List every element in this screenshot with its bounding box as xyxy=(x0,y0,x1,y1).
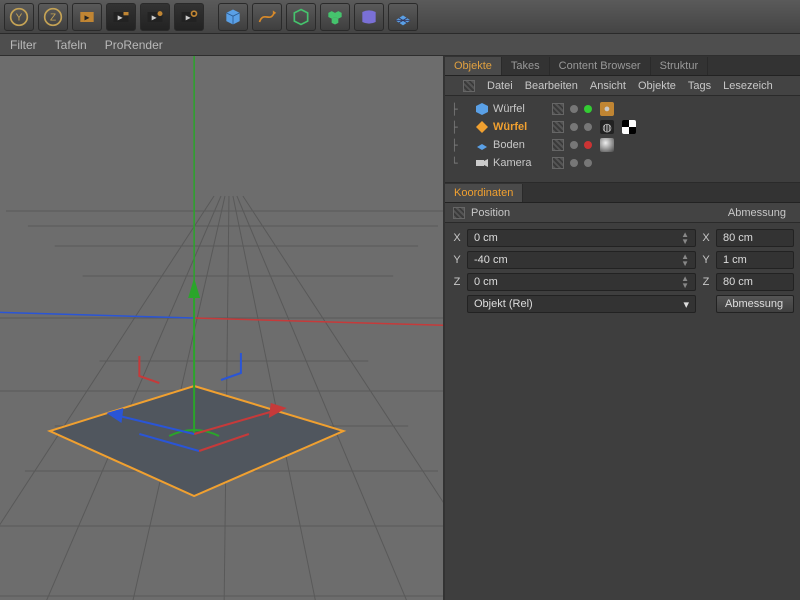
stepper-icon[interactable]: ▲▼ xyxy=(681,231,689,245)
stepper-icon[interactable]: ▲▼ xyxy=(681,275,689,289)
render-settings-button[interactable] xyxy=(174,3,204,31)
object-label: Würfel xyxy=(493,103,548,115)
prorender-menu[interactable]: ProRender xyxy=(105,38,163,52)
svg-text:Y: Y xyxy=(16,12,23,23)
visibility-render-dot[interactable] xyxy=(584,123,592,131)
hierarchy-row[interactable]: └ Kamera xyxy=(451,154,794,172)
poly-icon xyxy=(475,120,489,134)
layer-icon[interactable] xyxy=(552,157,564,169)
render-region-button[interactable] xyxy=(106,3,136,31)
floor-button[interactable] xyxy=(388,3,418,31)
tab-structure[interactable]: Struktur xyxy=(651,57,709,75)
menu-edit[interactable]: Bearbeiten xyxy=(525,80,578,92)
menu-view[interactable]: Ansicht xyxy=(590,80,626,92)
tab-takes[interactable]: Takes xyxy=(502,57,550,75)
tag-material-icon[interactable] xyxy=(600,138,614,152)
position-x-input[interactable]: 0 cm▲▼ xyxy=(467,229,696,247)
size-z-input[interactable]: 80 cm xyxy=(716,273,794,291)
visibility-editor-dot[interactable] xyxy=(570,141,578,149)
coord-tabs: Koordinaten xyxy=(445,183,800,203)
layer-icon[interactable] xyxy=(552,139,564,151)
deformer-button[interactable] xyxy=(354,3,384,31)
size-header: Abmessung xyxy=(728,207,792,219)
size-x-input[interactable]: 80 cm xyxy=(716,229,794,247)
size-axis-label-x: X xyxy=(700,232,712,244)
floor-icon xyxy=(475,138,489,152)
object-label: Kamera xyxy=(493,157,548,169)
tag-icon[interactable]: ● xyxy=(600,102,614,116)
menu-objects[interactable]: Objekte xyxy=(638,80,676,92)
chevron-down-icon: ▾ xyxy=(683,298,689,311)
sub-toolbar: Filter Tafeln ProRender xyxy=(0,34,800,56)
3d-viewport[interactable] xyxy=(0,56,445,600)
render-queue-button[interactable] xyxy=(140,3,170,31)
primitive-cube-button[interactable] xyxy=(218,3,248,31)
array-button[interactable] xyxy=(320,3,350,31)
svg-text:Z: Z xyxy=(50,12,56,23)
objects-menubar: Datei Bearbeiten Ansicht Objekte Tags Le… xyxy=(445,76,800,96)
coordinate-mode-select[interactable]: Objekt (Rel)▾ xyxy=(467,295,696,313)
axis-label-x: X xyxy=(451,232,463,244)
panel-grip-icon xyxy=(453,207,465,219)
tree-line-icon: ├ xyxy=(451,103,471,116)
axis-label-y: Y xyxy=(451,254,463,266)
coord-body: X 0 cm▲▼ X 80 cm Y -40 cm▲▼ Y 1 cm Z 0 c… xyxy=(445,223,800,319)
object-label: Boden xyxy=(493,139,548,151)
cube-icon xyxy=(475,102,489,116)
filter-menu[interactable]: Filter xyxy=(10,38,37,52)
stepper-icon[interactable]: ▲▼ xyxy=(681,253,689,267)
hierarchy-row[interactable]: ├ Boden xyxy=(451,136,794,154)
layer-icon[interactable] xyxy=(552,121,564,133)
menu-file[interactable]: Datei xyxy=(487,80,513,92)
visibility-render-dot[interactable] xyxy=(584,141,592,149)
visibility-editor-dot[interactable] xyxy=(570,123,578,131)
generator-button[interactable] xyxy=(286,3,316,31)
panels-menu[interactable]: Tafeln xyxy=(55,38,87,52)
spline-button[interactable] xyxy=(252,3,282,31)
size-mode-button[interactable]: Abmessung xyxy=(716,295,794,313)
coord-header: Position Abmessung xyxy=(445,203,800,223)
object-label: Würfel xyxy=(493,121,548,133)
menu-bookmarks[interactable]: Lesezeich xyxy=(723,80,773,92)
tab-objects[interactable]: Objekte xyxy=(445,57,502,75)
axis-label-z: Z xyxy=(451,276,463,288)
camera-icon xyxy=(475,156,489,170)
axis-y-button[interactable]: Y xyxy=(4,3,34,31)
size-axis-label-z: Z xyxy=(700,276,712,288)
tab-coordinates[interactable]: Koordinaten xyxy=(445,184,523,202)
render-button[interactable] xyxy=(72,3,102,31)
hierarchy-row[interactable]: ├ Würfel ◍ xyxy=(451,118,794,136)
visibility-render-dot[interactable] xyxy=(584,105,592,113)
tree-line-icon: ├ xyxy=(451,121,471,134)
tab-content-browser[interactable]: Content Browser xyxy=(550,57,651,75)
size-y-input[interactable]: 1 cm xyxy=(716,251,794,269)
visibility-editor-dot[interactable] xyxy=(570,105,578,113)
position-header: Position xyxy=(471,207,510,219)
hierarchy-row[interactable]: ├ Würfel ● xyxy=(451,100,794,118)
menu-tags[interactable]: Tags xyxy=(688,80,711,92)
layer-icon[interactable] xyxy=(552,103,564,115)
panel-grip-icon xyxy=(463,80,475,92)
axis-z-button[interactable]: Z xyxy=(38,3,68,31)
visibility-render-dot[interactable] xyxy=(584,159,592,167)
size-axis-label-y: Y xyxy=(700,254,712,266)
position-y-input[interactable]: -40 cm▲▼ xyxy=(467,251,696,269)
panel-tabs: Objekte Takes Content Browser Struktur xyxy=(445,56,800,76)
tree-line-icon: └ xyxy=(451,157,471,170)
tag-phong-icon[interactable]: ◍ xyxy=(600,120,614,134)
tag-texture-icon[interactable] xyxy=(622,120,636,134)
visibility-editor-dot[interactable] xyxy=(570,159,578,167)
top-toolbar: Y Z xyxy=(0,0,800,34)
tree-line-icon: ├ xyxy=(451,139,471,152)
position-z-input[interactable]: 0 cm▲▼ xyxy=(467,273,696,291)
object-hierarchy: ├ Würfel ● ├ Würfel xyxy=(445,96,800,183)
right-panel: Objekte Takes Content Browser Struktur D… xyxy=(445,56,800,600)
